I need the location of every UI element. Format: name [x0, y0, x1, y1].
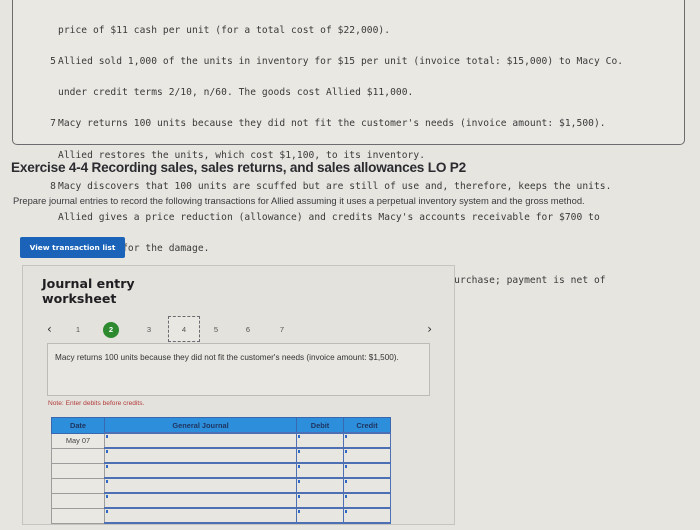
- credit-input[interactable]: [343, 477, 391, 494]
- credit-input[interactable]: [343, 507, 391, 524]
- journal-entry-worksheet: Journal entry worksheet ‹ 1 2 3 4 5 6 7 …: [22, 265, 455, 525]
- credit-input[interactable]: [343, 492, 391, 509]
- pager-page-5[interactable]: 5: [208, 322, 224, 338]
- credit-input[interactable]: [343, 447, 391, 464]
- date-cell: [51, 477, 105, 494]
- journal-header-row: Date General Journal Debit Credit: [51, 417, 391, 434]
- problem-line: 7 Macy returns 100 units because they did…: [50, 118, 606, 130]
- credit-input[interactable]: [343, 432, 391, 449]
- debit-input[interactable]: [296, 492, 344, 509]
- debit-input[interactable]: [296, 462, 344, 479]
- chevron-right-icon[interactable]: ›: [427, 322, 432, 336]
- worksheet-title: Journal entry worksheet: [42, 276, 135, 306]
- exercise-title: Exercise 4-4 Recording sales, sales retu…: [11, 160, 467, 175]
- pager-page-7[interactable]: 7: [274, 322, 290, 338]
- debit-input[interactable]: [296, 477, 344, 494]
- journal-row: [51, 507, 391, 524]
- debit-credit-note: Note: Enter debits before credits.: [48, 400, 145, 407]
- exercise-instructions: Prepare journal entries to record the fo…: [13, 195, 585, 206]
- header-date: Date: [51, 417, 105, 434]
- journal-table: Date General Journal Debit Credit May 07: [51, 417, 391, 524]
- journal-row: [51, 447, 391, 464]
- account-input[interactable]: [104, 492, 297, 509]
- account-input[interactable]: [104, 432, 297, 449]
- account-input[interactable]: [104, 462, 297, 479]
- problem-line: compensate for the damage.: [58, 243, 210, 255]
- chevron-left-icon[interactable]: ‹: [47, 322, 52, 336]
- debit-input[interactable]: [296, 507, 344, 524]
- transaction-prompt: Macy returns 100 units because they did …: [47, 343, 430, 396]
- account-input[interactable]: [104, 507, 297, 524]
- view-transaction-list-button[interactable]: View transaction list: [20, 237, 125, 258]
- pager-page-6[interactable]: 6: [240, 322, 256, 338]
- problem-line: price of $11 cash per unit (for a total …: [58, 24, 391, 36]
- credit-input[interactable]: [343, 462, 391, 479]
- journal-row: [51, 462, 391, 479]
- journal-row: [51, 492, 391, 509]
- header-credit: Credit: [343, 417, 391, 434]
- pager-page-4[interactable]: 4: [168, 316, 200, 342]
- date-cell: [51, 462, 105, 479]
- transaction-prompt-text: Macy returns 100 units because they did …: [55, 353, 399, 362]
- pager-page-1[interactable]: 1: [70, 322, 86, 338]
- account-input[interactable]: [104, 477, 297, 494]
- debit-input[interactable]: [296, 432, 344, 449]
- date-cell: [51, 492, 105, 509]
- account-input[interactable]: [104, 447, 297, 464]
- problem-line: under credit terms 2/10, n/60. The goods…: [58, 87, 414, 99]
- debit-input[interactable]: [296, 447, 344, 464]
- date-cell: [51, 507, 105, 524]
- journal-row: [51, 477, 391, 494]
- worksheet-pager: ‹ 1 2 3 4 5 6 7 ›: [23, 316, 454, 346]
- header-general-journal: General Journal: [104, 417, 297, 434]
- header-debit: Debit: [296, 417, 344, 434]
- date-cell: [51, 447, 105, 464]
- problem-line: 5 Allied sold 1,000 of the units in inven…: [50, 56, 624, 68]
- problem-statement-box: price of $11 cash per unit (for a total …: [12, 0, 685, 316]
- problem-line: Allied gives a price reduction (allowanc…: [58, 212, 600, 224]
- journal-row: May 07: [51, 432, 391, 449]
- pager-page-3[interactable]: 3: [141, 322, 157, 338]
- date-cell: May 07: [51, 432, 105, 449]
- problem-line: 8 Macy discovers that 100 units are scuff…: [50, 180, 612, 192]
- pager-page-2[interactable]: 2: [103, 322, 119, 338]
